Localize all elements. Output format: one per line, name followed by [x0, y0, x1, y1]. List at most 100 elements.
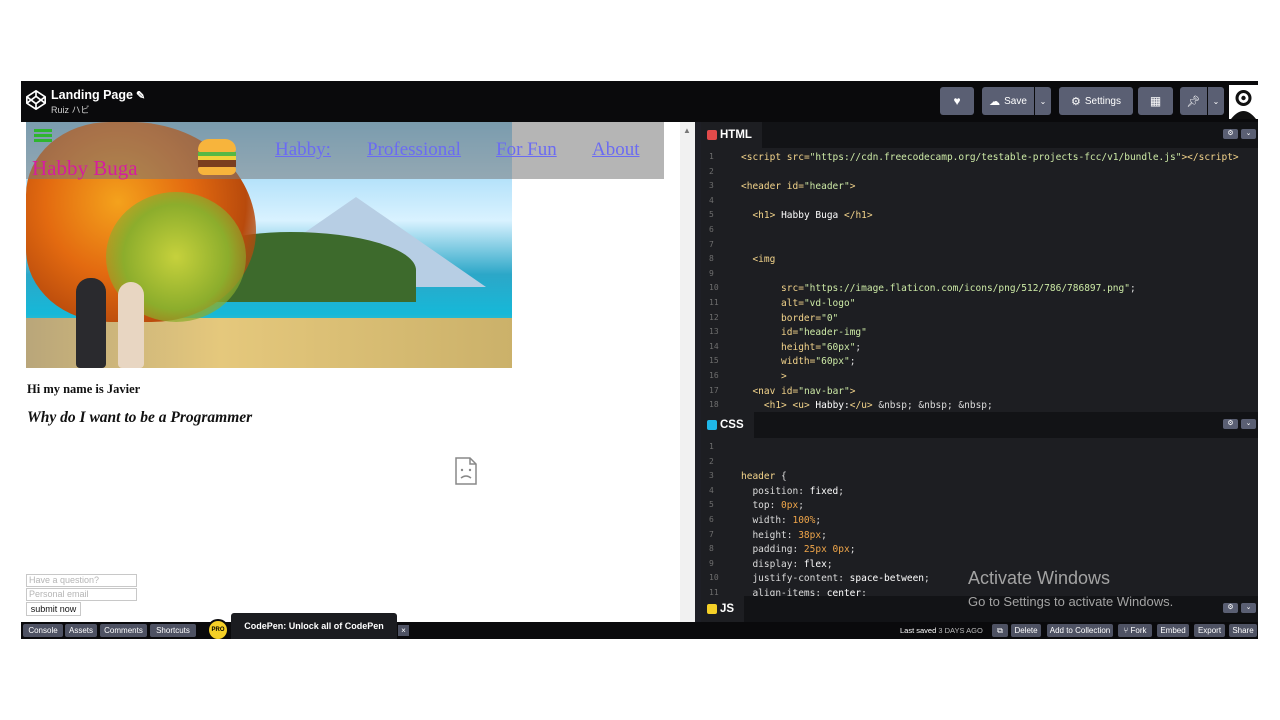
shortcuts-button[interactable]: Shortcuts — [150, 624, 196, 637]
console-button[interactable]: Console — [23, 624, 63, 637]
nav-link-for-fun[interactable]: For Fun — [496, 139, 557, 161]
code-line[interactable]: 3 header { — [701, 471, 1251, 486]
menu-icon[interactable] — [34, 129, 52, 143]
code-line[interactable]: 2 — [701, 457, 1251, 472]
codepen-logo-icon[interactable] — [25, 89, 47, 111]
tab-html[interactable]: HTML — [701, 122, 762, 148]
edit-pencil-icon[interactable]: ✎ — [136, 90, 145, 102]
codepen-window: Landing Page ✎ Ruiz ハビ ♥ ☁ Save ⌄ ⚙ Setting… — [21, 81, 1258, 639]
code-line[interactable]: 7 — [701, 240, 1251, 255]
export-button[interactable]: Export — [1194, 624, 1225, 637]
code-line[interactable]: 12 border="0" — [701, 313, 1251, 328]
bottom-bar: Console Assets Comments Shortcuts PRO Co… — [21, 613, 1258, 639]
pen-author[interactable]: Ruiz ハビ — [51, 103, 90, 116]
code-line[interactable]: 7 height: 38px; — [701, 530, 1251, 545]
chevron-down-icon[interactable]: ⌄ — [1241, 419, 1256, 429]
gear-icon[interactable]: ⚙ — [1223, 603, 1238, 613]
delete-button[interactable]: Delete — [1011, 624, 1041, 637]
assets-button[interactable]: Assets — [65, 624, 97, 637]
line-number: 8 — [709, 254, 714, 264]
preview-pane[interactable]: Habby Buga Habby: Professional For Fun A… — [21, 122, 680, 622]
code-line[interactable]: 5 <h1> Habby Buga </h1> — [701, 210, 1251, 225]
code-line[interactable]: 4 position: fixed; — [701, 486, 1251, 501]
save-button[interactable]: ☁ Save — [982, 87, 1034, 115]
code-line[interactable]: 8 <img — [701, 254, 1251, 269]
fork-button[interactable]: ⑂ Fork — [1118, 624, 1152, 637]
line-number: 7 — [709, 239, 714, 249]
gear-icon: ⚙ — [1070, 95, 1081, 108]
gear-icon[interactable]: ⚙ — [1223, 419, 1238, 429]
heart-icon: ♥ — [953, 94, 961, 108]
code-line[interactable]: 1 — [701, 442, 1251, 457]
code-line[interactable]: 3 <header id="header"> — [701, 181, 1251, 196]
top-bar: Landing Page ✎ Ruiz ハビ ♥ ☁ Save ⌄ ⚙ Setting… — [21, 81, 1258, 122]
share-button[interactable]: Share — [1229, 624, 1257, 637]
code-line[interactable]: 9 — [701, 269, 1251, 284]
pin-button[interactable]: 📌︎ — [1180, 87, 1207, 115]
code-text: border="0" — [781, 312, 839, 324]
css-editor-header: CSS ⚙ ⌄ — [701, 412, 1258, 438]
line-number: 9 — [709, 268, 714, 278]
like-button[interactable]: ♥ — [940, 87, 974, 115]
code-line[interactable]: 8 padding: 25px 0px; — [701, 544, 1251, 559]
code-text: header { — [741, 471, 787, 483]
code-text: alt="vd-logo" — [781, 298, 856, 309]
embed-button[interactable]: Embed — [1157, 624, 1189, 637]
html-editor-header: HTML ⚙ ⌄ — [701, 122, 1258, 148]
line-number: 5 — [709, 500, 714, 510]
submit-button[interactable]: submit now — [26, 602, 81, 616]
pin-options-button[interactable]: ⌄ — [1208, 87, 1224, 115]
gear-icon[interactable]: ⚙ — [1223, 129, 1238, 139]
line-number: 1 — [709, 152, 714, 161]
nav-link-habby[interactable]: Habby: — [275, 139, 331, 161]
code-line[interactable]: 16 > — [701, 371, 1251, 386]
line-number: 3 — [709, 471, 714, 481]
line-number: 15 — [709, 356, 719, 366]
code-line[interactable]: 6 — [701, 225, 1251, 240]
code-line[interactable]: 11 alt="vd-logo" — [701, 298, 1251, 313]
add-to-collection-button[interactable]: Add to Collection — [1047, 624, 1113, 637]
settings-button[interactable]: ⚙ Settings — [1059, 87, 1133, 115]
question-field[interactable]: Have a question? — [26, 574, 137, 587]
code-line[interactable]: 17 <nav id="nav-bar"> — [701, 386, 1251, 401]
nav-link-professional[interactable]: Professional — [367, 139, 461, 161]
line-number: 6 — [709, 515, 714, 524]
comments-button[interactable]: Comments — [100, 624, 147, 637]
scroll-up-icon[interactable]: ▲ — [683, 126, 691, 135]
avatar[interactable] — [1229, 85, 1258, 119]
chevron-down-icon[interactable]: ⌄ — [1241, 129, 1256, 139]
line-number: 2 — [709, 456, 714, 466]
tab-css[interactable]: CSS — [701, 412, 754, 438]
code-line[interactable]: 6 width: 100%; — [701, 515, 1251, 530]
code-line[interactable]: 10 src="https://image.flaticon.com/icons… — [701, 283, 1251, 298]
code-line[interactable]: 1 <script src="https://cdn.freecodecamp.o… — [701, 152, 1251, 167]
code-line[interactable]: 4 — [701, 196, 1251, 211]
code-text: padding: 25px 0px; — [741, 544, 856, 556]
code-line[interactable]: 14 height="60px"; — [701, 342, 1251, 357]
code-line[interactable]: 5 top: 0px; — [701, 500, 1251, 515]
code-text: <nav id="nav-bar"> — [752, 385, 856, 397]
line-number: 4 — [709, 485, 714, 495]
line-number: 18 — [709, 400, 719, 410]
nav-link-about[interactable]: About — [592, 139, 640, 161]
code-line[interactable]: 2 — [701, 167, 1251, 182]
code-text: <h1> <u> Habby:</u> &nbsp; &nbsp; &nbsp; — [763, 400, 993, 412]
pro-badge[interactable]: PRO — [207, 619, 229, 639]
tab-js[interactable]: JS — [701, 596, 745, 622]
code-text: id="header-img" — [781, 327, 867, 339]
promo-banner[interactable]: CodePen: Unlock all of CodePen — [231, 613, 397, 639]
open-external-button[interactable]: ⧉ — [992, 624, 1008, 637]
code-line[interactable]: 15 width="60px"; — [701, 356, 1251, 371]
save-options-button[interactable]: ⌄ — [1035, 87, 1051, 115]
code-line[interactable]: 13 id="header-img" — [701, 327, 1251, 342]
site-brand: Habby Buga — [32, 156, 138, 180]
change-view-button[interactable]: ▦ — [1138, 87, 1173, 115]
code-text: position: fixed; — [741, 485, 844, 497]
code-text: justify-content: space-between; — [741, 573, 930, 585]
close-icon[interactable]: × — [398, 625, 409, 636]
code-text: <script src="https://cdn.freecodecamp.or… — [741, 152, 1239, 163]
chevron-down-icon[interactable]: ⌄ — [1241, 603, 1256, 613]
email-field[interactable]: Personal email — [26, 588, 137, 601]
preview-scrollbar[interactable]: ▲ — [680, 122, 695, 622]
pen-title[interactable]: Landing Page ✎ — [51, 88, 145, 102]
